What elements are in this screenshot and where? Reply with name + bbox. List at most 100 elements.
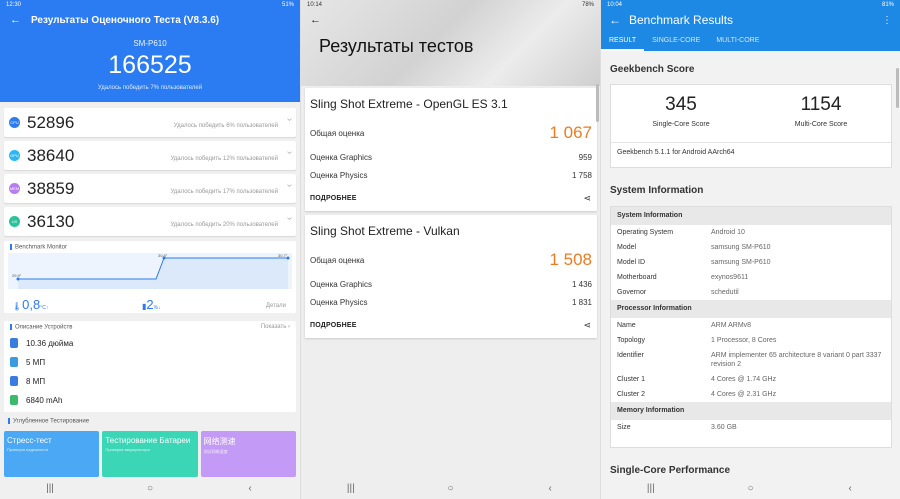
info-value: 4 Cores @ 2.31 GHz — [711, 391, 777, 398]
info-value: 3.60 GB — [711, 424, 737, 431]
subscore-row[interactable]: GPU 38640 Удалось победить 12% пользовател… — [4, 141, 296, 170]
page-title: Benchmark Results — [629, 13, 734, 27]
tab-multi-core[interactable]: MULTI-CORE — [708, 36, 767, 51]
physics-label: Оценка Physics — [310, 171, 368, 180]
details-button[interactable]: ПОДРОБНЕЕ — [310, 322, 357, 329]
show-link[interactable]: Показать › — [261, 324, 290, 331]
info-value: exynos9611 — [711, 274, 749, 281]
app-header: 10:04 81% ← Benchmark Results ⋮ RESULT S… — [601, 0, 900, 51]
battery-unit: %↓ — [153, 305, 161, 311]
status-time: 10:04 — [607, 2, 623, 8]
page-title: Результаты тестов — [319, 36, 474, 56]
multi-core-value: 1154 — [800, 94, 842, 115]
tab-result[interactable]: RESULT — [601, 36, 645, 51]
subscore-note: Удалось победить 17% пользователей — [170, 189, 278, 195]
info-key: Cluster 1 — [617, 376, 646, 383]
info-value: ARM implementer 65 architecture 8 varian… — [711, 352, 882, 368]
physics-label: Оценка Physics — [310, 298, 368, 307]
temperature-chart: 29.9° 30.8° 30.7° — [8, 253, 292, 289]
deep-test-tile[interactable]: Стресс-тест Проверка надежности — [4, 431, 100, 477]
total-score: 166525 — [108, 51, 192, 79]
back-arrow-icon[interactable]: ← — [310, 14, 321, 26]
scrollbar[interactable] — [896, 68, 899, 108]
info-value: Android 10 — [711, 229, 745, 236]
chevron-down-icon[interactable]: › — [284, 184, 295, 187]
home-button[interactable]: ○ — [135, 483, 165, 494]
share-icon[interactable]: ⋖ — [583, 193, 591, 204]
share-icon[interactable]: ⋖ — [583, 320, 591, 331]
tile-title: 网络测速 — [203, 437, 236, 446]
tile-subtitle: 测试网络速度 — [203, 449, 228, 454]
recents-button[interactable]: ||| — [636, 483, 666, 494]
tile-subtitle: Проверка аккумулятора — [105, 447, 150, 452]
monitor-stats: 🌡0,8°C↑ ▮2%↓ Детали — [12, 297, 288, 312]
info-row: Size 3.60 GB — [611, 420, 891, 435]
scrollbar[interactable] — [596, 84, 599, 122]
single-core-label: Single-Core Score — [652, 121, 710, 128]
tile-subtitle: Проверка надежности — [7, 447, 49, 452]
deep-test-tile[interactable]: 网络测速测试网络速度 — [200, 431, 296, 477]
total-score: 1 067 — [549, 123, 592, 142]
device-spec-row: 5 МП — [4, 353, 296, 372]
subscore-row[interactable]: UX 36130 Удалось победить 20% пользователе… — [4, 207, 296, 236]
tab-single-core[interactable]: SINGLE-CORE — [644, 36, 708, 51]
subscore-row[interactable]: CPU 52896 Удалось победить 6% пользователе… — [4, 108, 296, 137]
tile-title: Стресс-тест — [7, 436, 52, 445]
back-arrow-icon[interactable]: ← — [10, 14, 21, 26]
device-spec-text: 5 МП — [26, 357, 46, 367]
info-key: Motherboard — [617, 274, 657, 281]
subscore-value: 36130 — [27, 212, 75, 231]
device-spec-row: 10.36 дюйма — [4, 334, 296, 353]
subscore-value: 52896 — [27, 113, 75, 132]
home-button[interactable]: ○ — [735, 483, 765, 494]
info-key: Name — [617, 322, 636, 329]
deep-testing-title: Углубленное Тестирование — [8, 418, 89, 425]
total-label: Общая оценка — [310, 255, 365, 265]
test-name: Sling Shot Extreme - Vulkan — [310, 224, 460, 238]
info-row: Identifier ARM implementer 65 architectur… — [611, 348, 891, 372]
tab-bar: RESULT SINGLE-CORE MULTI-CORE — [601, 36, 900, 51]
page-title: Результаты Оценочного Теста (V8.3.6) — [31, 14, 220, 26]
section-header: Memory Information — [611, 402, 891, 420]
3dmark-screen: 10:14 78% ← Результаты тестов Sling Shot… — [300, 0, 600, 499]
subscore-note: Удалось победить 6% пользователей — [173, 123, 278, 129]
info-row: Motherboard exynos9611 — [611, 270, 891, 285]
device-model: SM-P610 — [133, 39, 167, 48]
device-spec-text: 6840 mAh — [26, 395, 63, 405]
chevron-down-icon[interactable]: › — [284, 118, 295, 121]
chevron-down-icon[interactable]: › — [284, 217, 295, 220]
mem-badge-icon: MEM — [9, 183, 20, 194]
graphics-score: 959 — [578, 153, 592, 162]
hero-banner: 10:14 78% ← Результаты тестов — [301, 0, 600, 86]
back-button[interactable]: ‹ — [235, 483, 265, 494]
multi-core-label: Multi-Core Score — [794, 121, 848, 128]
section-header: Processor Information — [611, 300, 891, 318]
overflow-menu-icon[interactable]: ⋮ — [882, 15, 892, 26]
device-spec-row: 6840 mAh — [4, 391, 296, 410]
tile-title: Тестирование Батареи — [105, 436, 191, 445]
details-link[interactable]: Детали — [266, 303, 286, 309]
info-row: Cluster 1 4 Cores @ 1.74 GHz — [611, 372, 891, 387]
battery-icon — [10, 395, 18, 406]
back-button[interactable]: ‹ — [535, 483, 565, 494]
subscore-row[interactable]: MEM 38859 Удалось победить 17% пользовател… — [4, 174, 296, 203]
deep-test-tile[interactable]: Тестирование Батареи Проверка аккумулятор… — [102, 431, 198, 477]
version-text: Geekbench 5.1.1 for Android AArch64 — [617, 149, 735, 156]
home-button[interactable]: ○ — [435, 483, 465, 494]
info-row: Name ARM ARMv8 — [611, 318, 891, 333]
graphics-score: 1 436 — [571, 280, 592, 289]
subscore-note: Удалось победить 20% пользователей — [170, 222, 278, 228]
system-info-table: System Information Operating System Androi… — [610, 206, 892, 448]
temp-delta: 0,8 — [22, 297, 41, 312]
device-description-card: Описание Устройств Показать › 10.36 дюйм… — [4, 321, 296, 412]
recents-button[interactable]: ||| — [336, 483, 366, 494]
back-button[interactable]: ‹ — [835, 483, 865, 494]
status-bar: 10:04 81% — [601, 0, 900, 11]
recents-button[interactable]: ||| — [35, 483, 65, 494]
back-arrow-icon[interactable]: ← — [609, 13, 621, 27]
graphics-label: Оценка Graphics — [310, 153, 372, 162]
details-button[interactable]: ПОДРОБНЕЕ — [310, 195, 357, 202]
subscore-value: 38640 — [27, 146, 75, 165]
nav-bar: ||| ○ ‹ — [601, 477, 900, 499]
chevron-down-icon[interactable]: › — [284, 151, 295, 154]
